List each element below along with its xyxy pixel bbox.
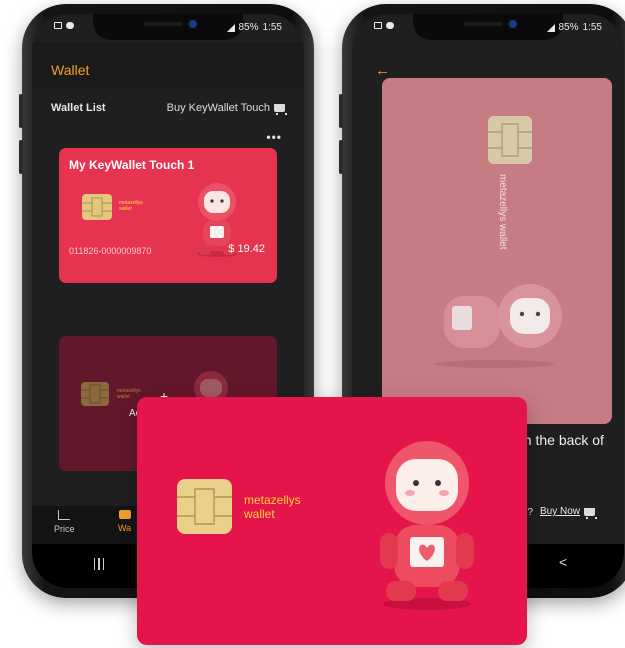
nav-price[interactable]: Price bbox=[54, 510, 75, 534]
gallery-icon bbox=[54, 22, 62, 29]
wallet-balance: $ 19.42 bbox=[228, 243, 265, 255]
recent-apps-icon[interactable] bbox=[94, 558, 104, 570]
back-arrow-icon[interactable]: ← bbox=[375, 62, 390, 79]
card-brand-vertical: metazellys wallet bbox=[497, 174, 508, 250]
status-bar: 85% 1:55 bbox=[374, 22, 602, 36]
battery-level: 85% bbox=[238, 22, 259, 33]
chat-icon bbox=[66, 22, 74, 29]
wallet-icon bbox=[118, 510, 131, 519]
page-title: Wallet bbox=[51, 62, 90, 78]
instruction-text: on the back of bbox=[516, 432, 604, 448]
chip-icon bbox=[81, 382, 109, 406]
buy-keywallet-link[interactable]: Buy KeyWallet Touch bbox=[166, 102, 287, 115]
card-brand: metazellys wallet bbox=[117, 388, 141, 400]
card-preview: metazellys wallet bbox=[382, 78, 612, 424]
wallet-card-name: My KeyWallet Touch 1 bbox=[69, 158, 195, 172]
cart-icon bbox=[274, 104, 287, 115]
product-card: metazellys wallet bbox=[137, 397, 527, 645]
mascot-illustration bbox=[434, 284, 562, 368]
nav-price-label: Price bbox=[54, 524, 75, 534]
wallet-serial: 011826-0000009870 bbox=[69, 246, 152, 256]
clock: 1:55 bbox=[582, 22, 602, 33]
volume-button bbox=[19, 140, 23, 174]
buy-now-label: Buy Now bbox=[540, 506, 581, 517]
wallet-card[interactable]: My KeyWallet Touch 1 metazellys wallet 0… bbox=[59, 148, 277, 283]
chip-icon bbox=[488, 116, 532, 164]
buy-keywallet-label: Buy KeyWallet Touch bbox=[166, 102, 270, 114]
nav-wallet-label: Wa bbox=[118, 523, 132, 533]
card-brand: metazellys wallet bbox=[244, 493, 301, 521]
volume-button bbox=[339, 94, 343, 128]
wallet-list-label: Wallet List bbox=[51, 102, 106, 114]
wallet-list-header: Wallet List Buy KeyWallet Touch bbox=[51, 102, 287, 118]
status-bar: 85% 1:55 bbox=[54, 22, 282, 36]
chat-icon bbox=[386, 22, 394, 29]
card-brand: metazellys wallet bbox=[119, 200, 143, 212]
signal-icon bbox=[546, 23, 555, 32]
buy-now-link[interactable]: Buy Now bbox=[540, 506, 598, 519]
clock: 1:55 bbox=[262, 22, 282, 33]
volume-button bbox=[19, 94, 23, 128]
app-bar: Wallet bbox=[32, 42, 304, 88]
gallery-icon bbox=[374, 22, 382, 29]
nav-back-icon[interactable]: < bbox=[559, 554, 567, 570]
chip-icon bbox=[82, 194, 112, 220]
chip-icon bbox=[177, 479, 232, 534]
nav-wallet[interactable]: Wa bbox=[118, 510, 131, 533]
signal-icon bbox=[226, 23, 235, 32]
battery-level: 85% bbox=[558, 22, 579, 33]
cart-icon bbox=[584, 507, 598, 519]
mascot-illustration bbox=[380, 441, 474, 610]
chart-icon bbox=[58, 510, 71, 520]
volume-button bbox=[339, 140, 343, 174]
more-options-icon[interactable]: ••• bbox=[266, 130, 282, 144]
